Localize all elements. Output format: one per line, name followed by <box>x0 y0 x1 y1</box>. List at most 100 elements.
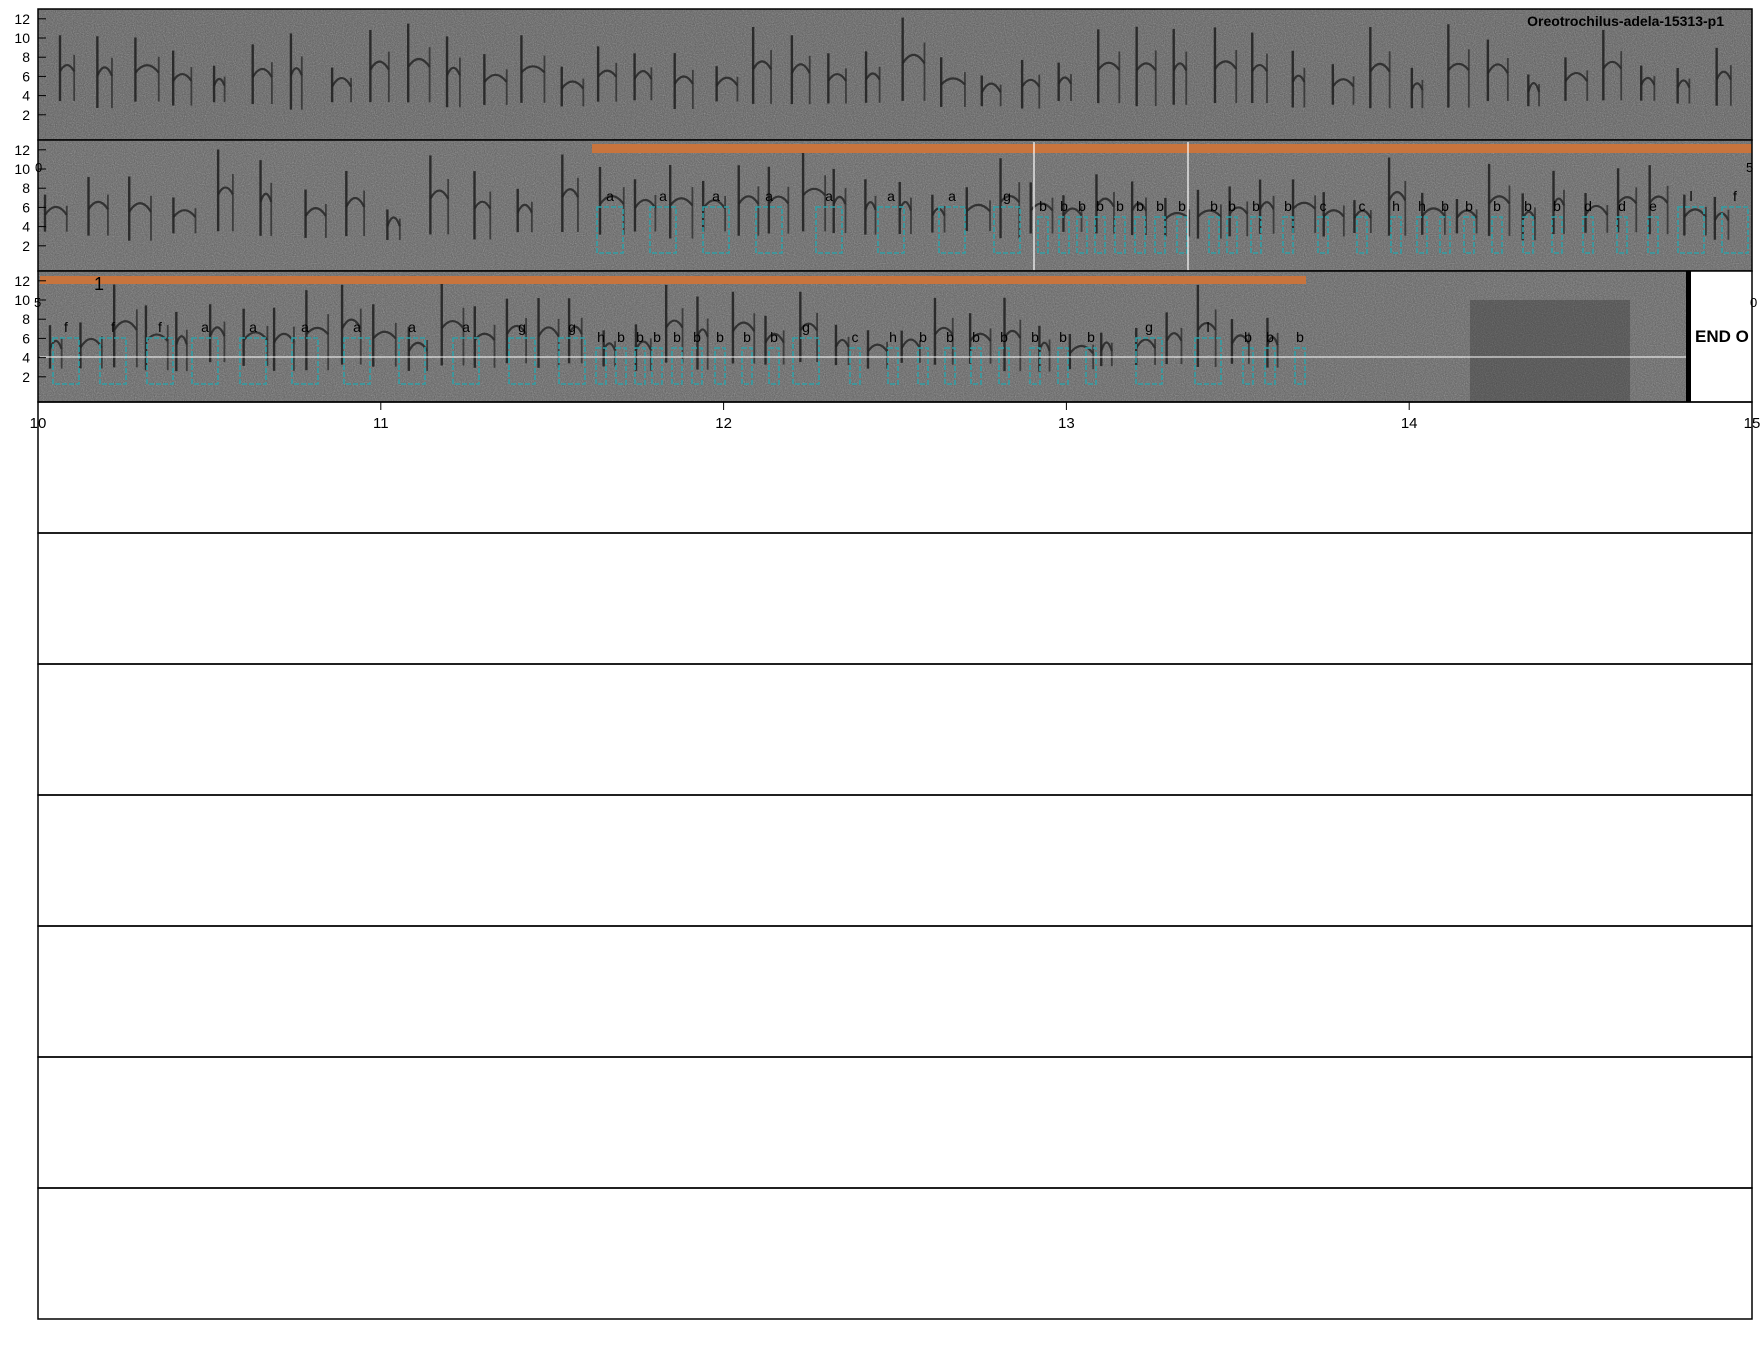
syllable-label: h <box>1392 198 1400 214</box>
empty-panel <box>37 1187 1753 1320</box>
syllable-label: g <box>1145 319 1153 335</box>
time-tick-label: 12 <box>715 415 732 432</box>
syllable-label: f <box>64 319 68 335</box>
frequency-tick-label: 12 <box>14 142 30 158</box>
syllable-label: b <box>716 329 724 345</box>
syllable-label: b <box>1252 198 1260 214</box>
syllable-label: b <box>1266 329 1274 345</box>
frequency-tick-label: 4 <box>22 350 30 366</box>
syllable-label: b <box>1493 198 1501 214</box>
syllable-label: a <box>948 188 956 204</box>
syllable-label: d <box>1584 198 1592 214</box>
edge-fragment-left: 0 <box>35 160 42 175</box>
frequency-tick-label: 12 <box>14 273 30 289</box>
empty-panel <box>37 925 1753 1058</box>
syllable-label: b <box>1465 198 1473 214</box>
syllable-label: l <box>1689 188 1692 204</box>
syllable-label: b <box>693 329 701 345</box>
spectrogram-page: 24681012 Oreotrochilus-adela-15313-p1 24… <box>14 8 1760 1320</box>
frequency-tick-label: 10 <box>14 30 30 46</box>
syllable-label: b <box>743 329 751 345</box>
syllable-label: f <box>1733 188 1737 204</box>
time-axis: 10 11 12 13 14 15 <box>30 401 1760 432</box>
syllable-label: b <box>1156 198 1164 214</box>
edge-fragment-right: 0 <box>1750 295 1757 310</box>
syllable-label: b <box>1296 329 1304 345</box>
edge-fragment-right: 5 <box>1746 160 1753 175</box>
syllable-label: g <box>802 319 810 335</box>
syllable-label: b <box>1000 329 1008 345</box>
syllable-label: a <box>825 188 833 204</box>
edge-fragment-left: 5 <box>34 295 41 310</box>
frequency-tick-label: 2 <box>22 369 30 385</box>
syllable-label: b <box>1178 198 1186 214</box>
empty-panel <box>37 663 1753 796</box>
frequency-tick-label: 4 <box>22 219 30 235</box>
syllable-label: a <box>606 188 614 204</box>
frequency-tick-label: 6 <box>22 199 30 215</box>
syllable-label: b <box>653 329 661 345</box>
syllable-label: h <box>597 329 605 345</box>
syllable-label: a <box>462 319 470 335</box>
spectrogram-noise <box>38 271 1686 402</box>
syllable-label: b <box>1284 198 1292 214</box>
syllable-label: h <box>889 329 897 345</box>
recording-title: Oreotrochilus-adela-15313-p1 <box>1527 13 1724 29</box>
spectrogram-row-2: 24681012 0 5 a a a a a a a gb b b b b b b b b b b b c c h h b b b… <box>14 139 1753 272</box>
frequency-tick-label: 10 <box>14 292 30 308</box>
syllable-label: b <box>1553 198 1561 214</box>
syllable-label: b <box>1441 198 1449 214</box>
syllable-label: b <box>1087 329 1095 345</box>
syllable-label: b <box>1060 198 1068 214</box>
syllable-label: b <box>673 329 681 345</box>
syllable-label: f <box>158 319 162 335</box>
syllable-label: a <box>353 319 361 335</box>
syllable-label: a <box>201 319 209 335</box>
syllable-label: a <box>887 188 895 204</box>
empty-panels <box>37 401 1753 1320</box>
time-tick-label: 13 <box>1058 415 1075 432</box>
syllable-label: d <box>1618 198 1626 214</box>
end-marker-bar <box>1686 271 1691 402</box>
frequency-tick-label: 12 <box>14 11 30 27</box>
syllable-label: b <box>1244 329 1252 345</box>
frequency-tick-label: 2 <box>22 238 30 254</box>
syllable-label: b <box>1228 198 1236 214</box>
syllable-label: c <box>1320 198 1327 214</box>
syllable-label: b <box>770 329 778 345</box>
time-tick-label: 14 <box>1401 415 1418 432</box>
syllable-label: g <box>1003 188 1011 204</box>
empty-panel <box>37 794 1753 927</box>
syllable-label: a <box>249 319 257 335</box>
frequency-tick-label: 2 <box>22 107 30 123</box>
syllable-label: b <box>1031 329 1039 345</box>
time-tick-label: 11 <box>373 415 389 432</box>
syllable-label: b <box>1524 198 1532 214</box>
frequency-tick-label: 8 <box>22 311 30 327</box>
selection-bar[interactable] <box>592 144 1752 153</box>
end-of-recording-label: END O <box>1695 327 1749 346</box>
selection-bar[interactable] <box>40 276 1306 284</box>
segment-marker-label: 1 <box>94 274 104 294</box>
syllable-label: a <box>712 188 720 204</box>
syllable-label: g <box>568 319 576 335</box>
syllable-label: b <box>972 329 980 345</box>
frequency-tick-label: 8 <box>22 180 30 196</box>
syllable-label: a <box>301 319 309 335</box>
syllable-label: b <box>1096 198 1104 214</box>
syllable-label: a <box>659 188 667 204</box>
syllable-label: c <box>1359 198 1366 214</box>
syllable-label: b <box>919 329 927 345</box>
syllable-label: a <box>408 319 416 335</box>
syllable-label: b <box>1039 198 1047 214</box>
syllable-label: b <box>1116 198 1124 214</box>
spectrogram-row-1: 2 4 6 8 10 12 Oreotrochilus-adela-15313-p1 <box>14 8 1753 141</box>
frequency-tick-label: 10 <box>14 161 30 177</box>
syllable-label: e <box>1649 198 1657 214</box>
syllable-label: h <box>1418 198 1426 214</box>
spectrogram-row-3: END O 24681012 5 0 1 f f f a a a a a a g gh b b b b b b b… <box>14 270 1757 403</box>
syllable-label: g <box>518 319 526 335</box>
syllable-label: b <box>1078 198 1086 214</box>
syllable-label: b <box>1059 329 1067 345</box>
frequency-tick-label: 6 <box>22 330 30 346</box>
